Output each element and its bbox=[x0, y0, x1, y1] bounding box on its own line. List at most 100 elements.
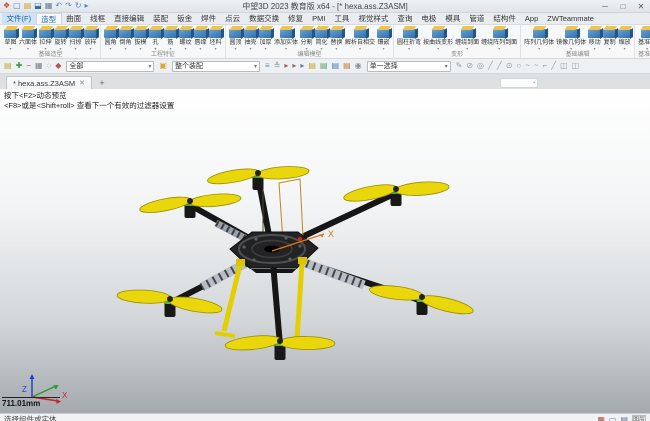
menu-tab-造型[interactable]: 造型 bbox=[36, 13, 62, 24]
sketch-pick-icon[interactable]: ✎ bbox=[455, 60, 464, 72]
face-filter-icon[interactable]: ▤ bbox=[319, 60, 329, 72]
menu-tab-曲面[interactable]: 曲面 bbox=[62, 13, 86, 24]
menu-tab-线框[interactable]: 线框 bbox=[86, 13, 110, 24]
filter-dropdown[interactable]: 全部 ▾ bbox=[66, 61, 154, 72]
ribbon-button-唇缘[interactable]: 唇缘▾ bbox=[193, 25, 208, 51]
ribbon-button-草图[interactable]: 草图▾ bbox=[3, 25, 18, 51]
ribbon-button-扫掠[interactable]: 扫掠▾ bbox=[68, 25, 83, 51]
pick-line-icon[interactable]: ╱ bbox=[487, 60, 494, 72]
menu-tab-App[interactable]: App bbox=[520, 13, 542, 24]
ribbon-button-替换[interactable]: 替换▾ bbox=[329, 25, 344, 51]
maximize-button[interactable]: □ bbox=[617, 2, 629, 11]
match-icon[interactable]: ≙ bbox=[273, 60, 282, 72]
document-info-icon[interactable]: ▤ bbox=[620, 415, 628, 421]
ribbon-button-镜像几何体[interactable]: 镜像几何体▾ bbox=[555, 25, 587, 51]
pick-segment-icon[interactable]: ╱ bbox=[496, 60, 503, 72]
ribbon-button-拉伸[interactable]: 拉伸▾ bbox=[38, 25, 53, 51]
app-logo-icon[interactable]: ❖ bbox=[3, 1, 10, 11]
ribbon-button-放样[interactable]: 放样▾ bbox=[83, 25, 98, 51]
ribbon-button-解析自相交[interactable]: 解析自相交▾ bbox=[344, 25, 376, 51]
ribbon-button-螺纹[interactable]: 螺纹▾ bbox=[178, 25, 193, 51]
undo-icon[interactable]: ↶ bbox=[55, 1, 62, 11]
ribbon-button-简化[interactable]: 简化▾ bbox=[314, 25, 329, 51]
menu-tab-焊件[interactable]: 焊件 bbox=[197, 13, 221, 24]
ribbon-button-镶嵌[interactable]: 镶嵌▾ bbox=[376, 25, 391, 51]
ribbon-button-旋转[interactable]: 旋转▾ bbox=[53, 25, 68, 51]
circle-select-icon[interactable]: ◌ bbox=[46, 60, 53, 72]
ribbon-button-圆顶[interactable]: 圆顶▾ bbox=[228, 25, 243, 51]
ribbon-button-分割[interactable]: 分割▾ bbox=[299, 25, 314, 51]
pick-axis-icon[interactable]: ╱ bbox=[550, 60, 557, 72]
assembly-scope-dropdown[interactable]: 整个装配 ▾ bbox=[172, 61, 260, 72]
ribbon-button-加厚[interactable]: 加厚▾ bbox=[258, 25, 273, 51]
menu-tab-视觉样式[interactable]: 视觉样式 bbox=[354, 13, 393, 24]
tab-close-icon[interactable]: ✕ bbox=[79, 79, 85, 87]
filter-flag-icon[interactable]: ◆ bbox=[54, 60, 62, 72]
close-button[interactable]: ✕ bbox=[635, 2, 647, 11]
menu-tab-数据交换[interactable]: 数据交换 bbox=[245, 13, 284, 24]
menu-tab-直接编辑[interactable]: 直接编辑 bbox=[110, 13, 149, 24]
menu-tab-点云[interactable]: 点云 bbox=[221, 13, 245, 24]
viewport-3d[interactable]: 按下<F2>动态预览 <F8>或是<Shift+roll> 查看下一个有效的过滤… bbox=[0, 89, 650, 413]
curve-filter-icon[interactable]: ▤ bbox=[342, 60, 352, 72]
ribbon-button-圆柱折弯[interactable]: 圆柱折弯▾ bbox=[396, 25, 422, 51]
ribbon-button-移动[interactable]: 移动▾ bbox=[587, 25, 602, 51]
menu-tab-工具[interactable]: 工具 bbox=[330, 13, 354, 24]
ribbon-button-按曲线变形[interactable]: 按曲线变形▾ bbox=[422, 25, 454, 51]
pick-circle-icon[interactable]: ⊙ bbox=[505, 60, 514, 72]
part-filter-icon[interactable]: ▤ bbox=[307, 60, 317, 72]
edge-filter-icon[interactable]: ▤ bbox=[331, 60, 341, 72]
target-icon[interactable]: ◉ bbox=[354, 60, 363, 72]
no-pick-icon[interactable]: ⊘ bbox=[465, 60, 474, 72]
redo-icon[interactable]: ↷ bbox=[65, 1, 72, 11]
ribbon-button-缠绕阵列到面[interactable]: 缠绕阵列到面▾ bbox=[480, 25, 518, 51]
new-file-icon[interactable]: ▢ bbox=[13, 1, 21, 11]
pick-polyline-icon[interactable]: ⌐ bbox=[542, 60, 549, 72]
ribbon-button-坯料[interactable]: 坯料▾ bbox=[208, 25, 223, 51]
ribbon-button-筋[interactable]: 筋▾ bbox=[163, 25, 178, 51]
list-mode-icon[interactable]: ≡ bbox=[264, 60, 271, 72]
document-tab-active[interactable]: * hexa.ass.Z3ASM ✕ bbox=[6, 76, 92, 89]
ribbon-button-基准面[interactable]: 基准面▾ bbox=[637, 25, 650, 51]
refresh-icon[interactable]: ↻ bbox=[75, 1, 82, 11]
pick-face-icon[interactable]: ◫ bbox=[559, 60, 569, 72]
menu-tab-装配[interactable]: 装配 bbox=[149, 13, 173, 24]
menu-tab-查询[interactable]: 查询 bbox=[393, 13, 417, 24]
ribbon-button-拔模[interactable]: 拔模▾ bbox=[133, 25, 148, 51]
remove-icon[interactable]: − bbox=[25, 60, 32, 72]
play-icon[interactable]: ▸ bbox=[85, 1, 89, 11]
ribbon-button-六面体[interactable]: 六面体▾ bbox=[18, 25, 38, 51]
pick-body-icon[interactable]: ◫ bbox=[571, 60, 581, 72]
menu-tab-管道[interactable]: 管道 bbox=[465, 13, 489, 24]
assembly-scope-icon[interactable]: ▣ bbox=[158, 60, 168, 72]
menu-tab-电极[interactable]: 电极 bbox=[417, 13, 441, 24]
menu-tab-ZWTeammate[interactable]: ZWTeammate bbox=[543, 13, 599, 24]
open-file-icon[interactable]: ▤ bbox=[24, 1, 32, 11]
monitor-icon[interactable]: ▭ bbox=[609, 415, 617, 421]
pick-prev-icon[interactable]: ▸ bbox=[283, 60, 289, 72]
add-icon[interactable]: ✚ bbox=[15, 60, 24, 72]
layer-dropdown[interactable]: 图层0000 bbox=[632, 415, 646, 421]
view-attributes-icon[interactable]: ▦ bbox=[597, 415, 605, 421]
selection-mode-dropdown[interactable]: 单一选择 ▾ bbox=[367, 61, 451, 72]
menu-tab-修复[interactable]: 修复 bbox=[284, 13, 308, 24]
pick-spline-icon[interactable]: ~ bbox=[533, 60, 540, 72]
menu-tab-模具[interactable]: 模具 bbox=[441, 13, 465, 24]
menu-tab-钣金[interactable]: 钣金 bbox=[173, 13, 197, 24]
menu-tab-PMI[interactable]: PMI bbox=[308, 13, 330, 24]
ribbon-button-添加实体[interactable]: 添加实体▾ bbox=[273, 25, 299, 51]
pick-curve-icon[interactable]: ~ bbox=[524, 60, 531, 72]
ribbon-button-圆角[interactable]: 圆角▾ bbox=[103, 25, 118, 51]
floating-chip[interactable]: ▪ bbox=[500, 78, 538, 88]
pick-next-icon[interactable]: ▸ bbox=[291, 60, 297, 72]
pick-last-icon[interactable]: ▸ bbox=[299, 60, 305, 72]
ribbon-button-倒角[interactable]: 倒角▾ bbox=[118, 25, 133, 51]
layer-manager-icon[interactable]: ▤ bbox=[3, 60, 13, 72]
ribbon-button-缩放[interactable]: 缩放▾ bbox=[617, 25, 632, 51]
pick-point-icon[interactable]: ◎ bbox=[476, 60, 485, 72]
menu-tab-结构件[interactable]: 结构件 bbox=[489, 13, 521, 24]
new-tab-button[interactable]: + bbox=[95, 77, 109, 89]
menu-tab-文件(F)[interactable]: 文件(F) bbox=[2, 13, 36, 24]
save-icon[interactable]: ⬓ bbox=[34, 1, 42, 11]
grid-snap-icon[interactable]: ▦ bbox=[34, 60, 44, 72]
